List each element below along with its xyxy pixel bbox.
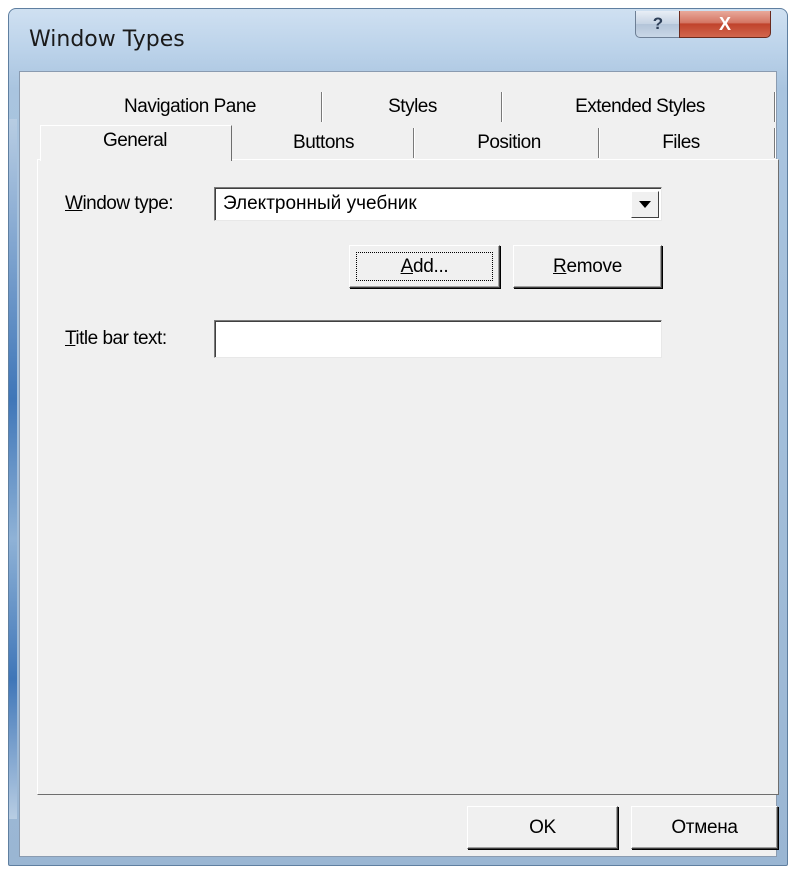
help-button[interactable]: ?: [635, 11, 681, 38]
title-bar-text-label: Title bar text:: [65, 328, 167, 350]
tab-divider: [413, 128, 415, 158]
button-label: Отмена: [671, 816, 738, 838]
tab-navigation-pane[interactable]: Navigation Pane: [80, 92, 300, 122]
title-bar-text-input[interactable]: [214, 320, 662, 358]
tab-buttons[interactable]: Buttons: [236, 128, 411, 158]
tab-divider: [774, 128, 776, 158]
close-button[interactable]: X: [679, 11, 771, 38]
tab-label: Position: [477, 132, 541, 153]
window-title: Window Types: [29, 27, 185, 52]
tab-divider: [321, 92, 323, 122]
label-text: indow type:: [82, 193, 174, 214]
tab-label: Styles: [388, 96, 437, 117]
mnemonic: R: [553, 255, 567, 277]
tab-label: General: [102, 130, 168, 151]
tab-label: Navigation Pane: [124, 96, 256, 117]
label-text: itle bar text:: [75, 328, 167, 349]
tab-label: Files: [662, 132, 700, 153]
title-bar[interactable]: Window Types ? X: [9, 9, 787, 71]
dropdown-arrow-icon[interactable]: [631, 191, 659, 218]
ok-button[interactable]: OK: [467, 806, 618, 849]
mnemonic: T: [65, 328, 76, 349]
button-label: OK: [529, 816, 556, 838]
window-type-value: Электронный учебник: [223, 193, 417, 214]
focus-rectangle: [356, 252, 493, 281]
frame-accent: [9, 119, 17, 819]
window-type-label: Window type:: [65, 193, 174, 215]
tab-label: Extended Styles: [575, 96, 705, 117]
mnemonic: W: [65, 193, 83, 214]
label-text: emove: [566, 255, 622, 277]
close-icon: X: [718, 13, 731, 34]
window-type-dropdown[interactable]: Электронный учебник: [214, 187, 662, 221]
tab-styles[interactable]: Styles: [330, 92, 495, 122]
tab-label: Buttons: [293, 132, 354, 153]
tab-divider: [598, 128, 600, 158]
tab-position[interactable]: Position: [420, 128, 598, 158]
add-button[interactable]: Add...: [349, 245, 500, 288]
button-label: Remove: [553, 256, 622, 278]
tab-divider: [501, 92, 503, 122]
tab-extended-styles[interactable]: Extended Styles: [540, 92, 740, 122]
tab-files[interactable]: Files: [606, 128, 756, 158]
cancel-button[interactable]: Отмена: [631, 806, 778, 849]
tab-general[interactable]: General: [40, 126, 230, 156]
remove-button[interactable]: Remove: [513, 245, 662, 288]
help-icon: ?: [652, 14, 664, 33]
tab-divider: [774, 92, 776, 122]
